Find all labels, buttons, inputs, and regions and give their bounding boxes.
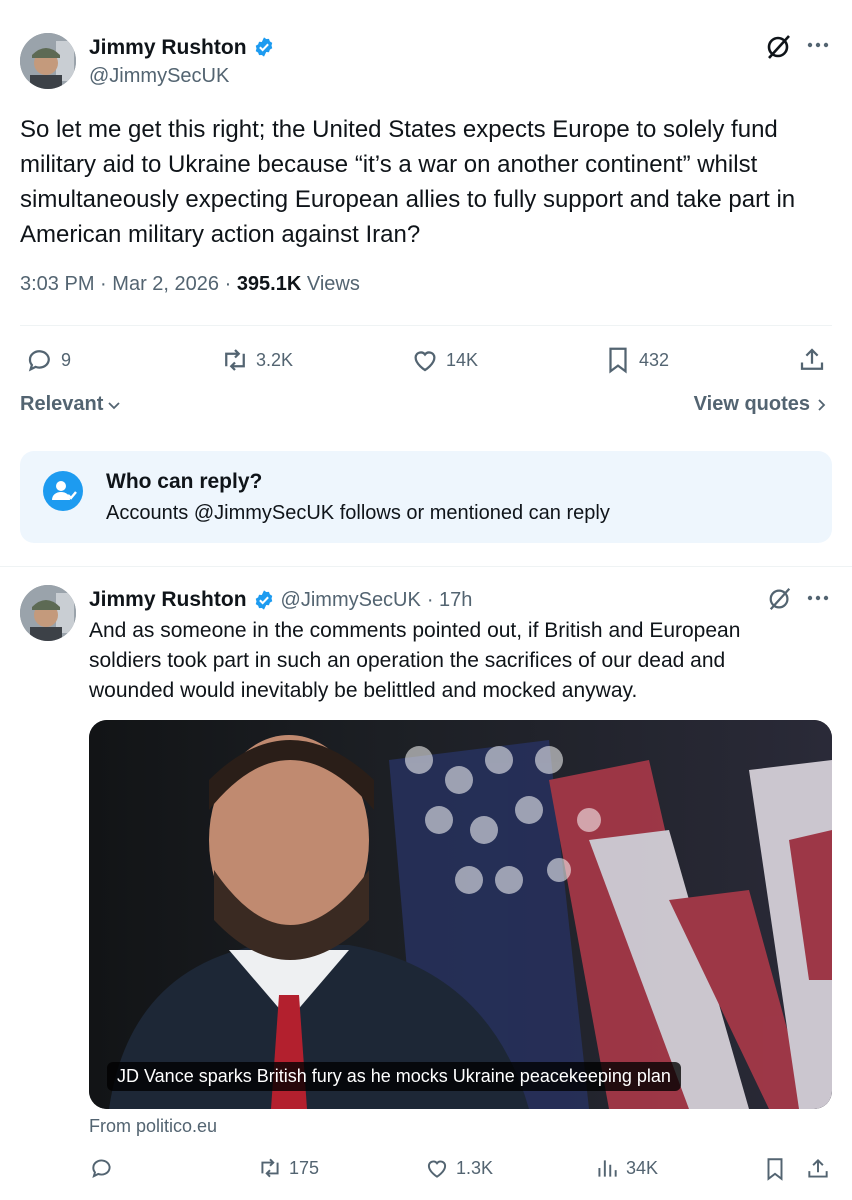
views-label: Views — [306, 273, 360, 295]
reply-icon — [92, 1159, 111, 1178]
divider — [20, 325, 832, 326]
author-avatar[interactable] — [20, 33, 76, 89]
reply-restriction-icon — [43, 471, 83, 511]
retweet-count: 175 — [289, 1157, 320, 1178]
reply-author-avatar[interactable] — [20, 585, 76, 641]
like-count: 14K — [446, 349, 479, 370]
sort-dropdown[interactable]: Relevant — [20, 393, 121, 416]
meta-separator: · — [224, 273, 232, 295]
like-button[interactable]: 1.3K — [424, 1155, 493, 1181]
reply-restriction-text: Accounts @JimmySecUK follows or mentione… — [106, 502, 610, 524]
chevron-down-icon — [108, 401, 121, 409]
retweet-icon — [225, 349, 245, 371]
divider — [0, 566, 852, 567]
author-handle[interactable]: @JimmySecUK — [89, 65, 229, 88]
reply-button[interactable]: 9 — [25, 345, 71, 375]
sort-label: Relevant — [20, 393, 104, 415]
retweet-button[interactable]: 175 — [257, 1155, 319, 1181]
tweet-time[interactable]: 3:03 PM — [20, 273, 94, 295]
share-icon[interactable] — [797, 345, 827, 375]
link-card-caption: JD Vance sparks British fury as he mocks… — [107, 1062, 681, 1091]
link-card[interactable]: JD Vance sparks British fury as he mocks… — [89, 720, 832, 1109]
heart-icon — [414, 351, 436, 372]
retweet-button[interactable]: 3.2K — [220, 345, 293, 375]
bookmark-icon — [609, 347, 627, 374]
verified-badge-icon — [255, 590, 272, 610]
view-quotes-label: View quotes — [693, 393, 810, 415]
link-card-source[interactable]: From politico.eu — [89, 1116, 217, 1137]
views-button[interactable]: 34K — [594, 1155, 658, 1181]
like-count: 1.3K — [456, 1157, 494, 1178]
reply-restriction-title: Who can reply? — [106, 470, 263, 493]
grok-icon[interactable] — [766, 586, 794, 612]
views-chart-icon — [598, 1160, 617, 1177]
bookmark-count: 432 — [639, 349, 670, 370]
reply-author-name[interactable]: Jimmy Rushton — [89, 588, 247, 612]
view-quotes-link[interactable]: View quotes — [694, 393, 828, 416]
grok-icon[interactable] — [764, 33, 794, 61]
tweet-text: So let me get this right; the United Sta… — [20, 116, 796, 248]
reply-header: Jimmy Rushton @JimmySecUK · 17h — [89, 588, 472, 612]
author-name[interactable]: Jimmy Rushton — [89, 36, 247, 60]
link-card-image — [89, 720, 832, 1109]
reply-author-handle[interactable]: @JimmySecUK — [281, 589, 421, 612]
share-icon[interactable] — [805, 1156, 831, 1182]
tweet-meta: 3:03 PM · Mar 2, 2026 · 395.1K Views — [20, 273, 360, 296]
reply-button[interactable] — [89, 1155, 121, 1181]
views-count: 34K — [626, 1157, 659, 1178]
retweet-count: 3.2K — [256, 349, 294, 370]
like-button[interactable]: 14K — [410, 345, 478, 375]
verified-badge-icon — [255, 37, 273, 57]
tweet-date[interactable]: Mar 2, 2026 — [112, 273, 219, 295]
reply-count: 9 — [61, 349, 72, 370]
heart-icon — [427, 1160, 447, 1178]
views-count: 395.1K — [236, 273, 302, 295]
chevron-right-icon — [818, 398, 826, 411]
more-options-icon[interactable] — [806, 40, 830, 50]
reply-icon — [28, 350, 50, 372]
retweet-icon — [261, 1158, 279, 1178]
bookmark-icon[interactable] — [762, 1156, 788, 1182]
reply-restriction-card: Who can reply? Accounts @JimmySecUK foll… — [20, 451, 832, 543]
bookmark-button[interactable]: 432 — [603, 345, 669, 375]
more-options-icon[interactable] — [806, 593, 830, 603]
meta-separator: · — [100, 273, 107, 295]
reply-tweet-text: And as someone in the comments pointed o… — [89, 619, 741, 702]
reply-age[interactable]: · 17h — [427, 589, 473, 612]
